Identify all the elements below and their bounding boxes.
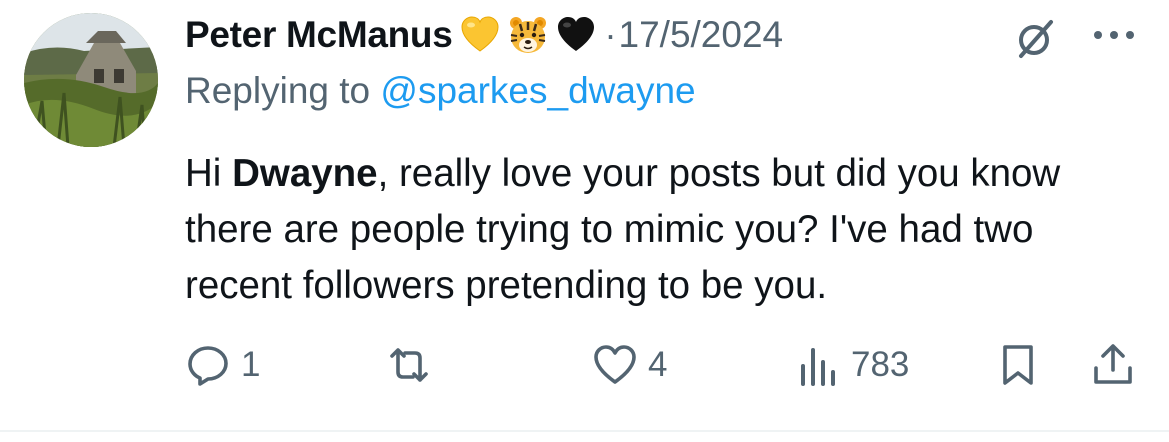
avatar-image [24, 13, 158, 147]
like-button[interactable]: 4 [592, 335, 667, 395]
divider [0, 430, 1169, 432]
action-bar: 1 4 783 [0, 335, 1169, 395]
retweet-button[interactable] [386, 335, 432, 395]
like-count: 4 [648, 345, 668, 384]
views-icon [801, 348, 835, 386]
tweet[interactable]: Peter McManus · 17/5/2024 Replying to @s… [0, 0, 1169, 442]
author-name[interactable]: Peter McManus [185, 14, 453, 56]
replying-to: Replying to @sparkes_dwayne [185, 70, 696, 112]
heart-icon [594, 345, 636, 384]
more-options-icon[interactable] [1090, 28, 1138, 42]
replying-prefix: Replying to [185, 70, 381, 111]
tweet-header: Peter McManus · 17/5/2024 [185, 10, 783, 60]
post-mention-name: Dwayne [232, 152, 378, 195]
grok-icon[interactable] [1012, 16, 1058, 62]
yellow-heart-icon [459, 14, 501, 56]
retweet-icon [390, 348, 428, 382]
reply-button[interactable]: 1 [185, 335, 260, 395]
bookmark-button[interactable] [995, 335, 1041, 395]
reply-count: 1 [241, 345, 261, 384]
share-icon [1094, 344, 1132, 384]
views-button[interactable]: 783 [795, 335, 909, 395]
separator-dot: · [604, 14, 617, 55]
views-count: 783 [851, 345, 910, 384]
reply-icon [188, 346, 228, 386]
reply-handle-link[interactable]: @sparkes_dwayne [380, 70, 695, 111]
share-button[interactable] [1090, 335, 1136, 395]
post-text: Hi Dwayne, really love your posts but di… [185, 146, 1145, 314]
tiger-face-icon [507, 14, 549, 56]
post-date[interactable]: 17/5/2024 [619, 14, 784, 56]
avatar[interactable] [24, 13, 158, 147]
black-heart-icon [555, 14, 597, 56]
post-greeting: Hi [185, 152, 233, 195]
bookmark-icon [1003, 345, 1033, 385]
